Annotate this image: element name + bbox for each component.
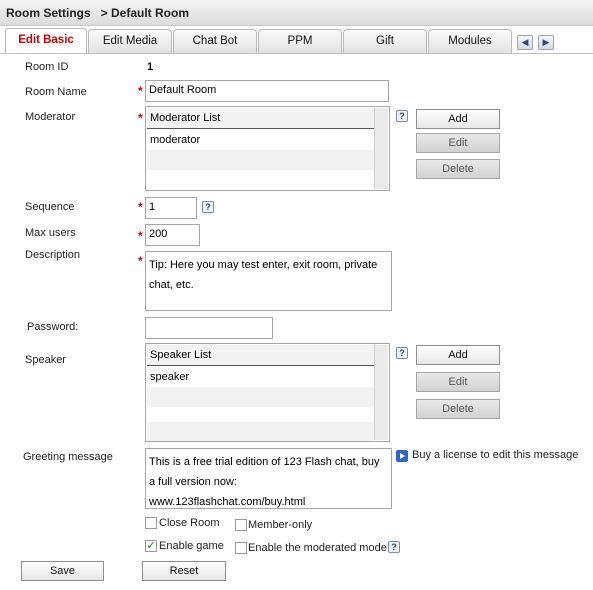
moderator-label: Moderator: [25, 111, 76, 123]
member-only-checkbox[interactable]: [235, 519, 247, 531]
moderator-scrollbar[interactable]: [374, 108, 388, 189]
tab-modules[interactable]: Modules: [428, 29, 512, 53]
reset-button[interactable]: Reset: [142, 561, 226, 581]
list-item-empty: [147, 170, 374, 190]
required-marker: *: [138, 111, 143, 125]
tab-edit-media[interactable]: Edit Media: [88, 29, 172, 53]
close-room-checkbox[interactable]: [145, 517, 157, 529]
moderated-mode-label: Enable the moderated mode: [248, 542, 387, 554]
password-input[interactable]: [145, 317, 273, 339]
enable-game-checkbox[interactable]: ✓: [145, 540, 157, 552]
page-title: Room Settings > Default Room: [6, 6, 190, 20]
buy-license-link[interactable]: Buy a license to edit this message: [412, 449, 578, 461]
list-item-empty: [147, 422, 374, 441]
member-only-label: Member-only: [248, 519, 313, 531]
moderated-mode-checkbox[interactable]: [235, 542, 247, 554]
arrow-left-icon[interactable]: ◀: [517, 35, 533, 50]
moderator-add-button[interactable]: Add: [416, 109, 500, 129]
help-icon[interactable]: ?: [396, 347, 408, 359]
help-icon[interactable]: ?: [388, 541, 400, 553]
checkmark-icon: ✓: [146, 540, 156, 552]
description-textarea[interactable]: Tip: Here you may test enter, exit room,…: [145, 251, 392, 311]
moderator-list-header: Moderator List: [147, 108, 374, 129]
moderator-edit-button[interactable]: Edit: [416, 133, 500, 153]
speaker-edit-button[interactable]: Edit: [416, 372, 500, 392]
sequence-label: Sequence: [25, 201, 75, 213]
room-id-value: 1: [147, 61, 154, 73]
list-item[interactable]: moderator: [147, 130, 374, 150]
max-users-input[interactable]: 200: [145, 224, 200, 246]
speaker-scrollbar[interactable]: [374, 345, 388, 440]
greeting-textarea: This is a free trial edition of 123 Flas…: [145, 448, 392, 509]
list-item[interactable]: speaker: [147, 367, 374, 387]
greeting-label: Greeting message: [23, 451, 113, 463]
max-users-label: Max users: [25, 227, 76, 239]
tab-ppm[interactable]: PPM: [258, 29, 342, 53]
required-marker: *: [138, 200, 143, 214]
description-label: Description: [25, 249, 81, 261]
tab-divider: [0, 53, 593, 54]
list-item-empty: [147, 150, 374, 170]
password-label: Password:: [27, 321, 79, 333]
moderator-delete-button[interactable]: Delete: [416, 159, 500, 179]
list-item-empty: [147, 387, 374, 407]
play-icon[interactable]: [396, 450, 408, 462]
help-icon[interactable]: ?: [202, 201, 214, 213]
required-marker: *: [138, 254, 143, 268]
room-id-label: Room ID: [25, 61, 69, 73]
required-marker: *: [138, 229, 143, 243]
room-name-label: Room Name: [25, 86, 87, 98]
speaker-add-button[interactable]: Add: [416, 345, 500, 365]
speaker-list-header: Speaker List: [147, 345, 374, 366]
speaker-label: Speaker: [25, 354, 66, 366]
speaker-listbox[interactable]: Speaker List speaker: [145, 343, 390, 442]
enable-game-label: Enable game: [159, 540, 224, 552]
room-name-input[interactable]: Default Room: [145, 80, 389, 102]
help-icon[interactable]: ?: [396, 110, 408, 122]
save-button[interactable]: Save: [21, 561, 104, 581]
tab-edit-basic[interactable]: Edit Basic: [5, 28, 87, 54]
close-room-label: Close Room: [159, 517, 220, 529]
tab-gift[interactable]: Gift: [343, 29, 427, 53]
moderator-listbox[interactable]: Moderator List moderator: [145, 106, 390, 191]
sequence-input[interactable]: 1: [145, 197, 197, 219]
arrow-right-icon[interactable]: ▶: [538, 35, 554, 50]
tab-chat-bot[interactable]: Chat Bot: [173, 29, 257, 53]
required-marker: *: [138, 84, 143, 98]
speaker-delete-button[interactable]: Delete: [416, 399, 500, 419]
